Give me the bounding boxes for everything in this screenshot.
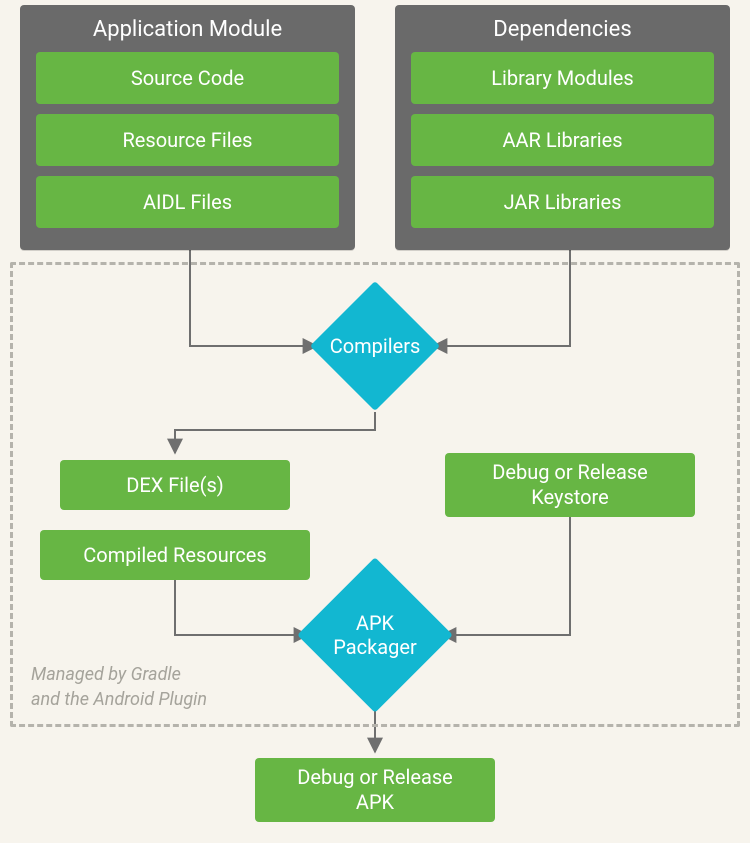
library-modules-box: Library Modules — [411, 52, 714, 104]
apk-output-box: Debug or Release APK — [255, 758, 495, 822]
compiled-resources-box: Compiled Resources — [40, 530, 310, 580]
compilers-node: Compilers — [310, 281, 440, 411]
compilers-label: Compilers — [329, 300, 421, 392]
resource-files-box: Resource Files — [36, 114, 339, 166]
application-module-title: Application Module — [36, 17, 339, 42]
build-process-diagram: Application Module Source Code Resource … — [0, 0, 750, 843]
aar-libraries-box: AAR Libraries — [411, 114, 714, 166]
aidl-files-box: AIDL Files — [36, 176, 339, 228]
keystore-label: Debug or Release Keystore — [492, 460, 648, 510]
keystore-box: Debug or Release Keystore — [445, 453, 695, 517]
jar-libraries-box: JAR Libraries — [411, 176, 714, 228]
application-module-box: Application Module Source Code Resource … — [20, 5, 355, 250]
source-code-box: Source Code — [36, 52, 339, 104]
gradle-caption-line2: and the Android Plugin — [31, 689, 207, 710]
apk-packager-label: APK Packager — [320, 580, 430, 690]
apk-output-label: Debug or Release APK — [297, 765, 453, 815]
gradle-caption-line1: Managed by Gradle — [31, 664, 181, 685]
dex-files-box: DEX File(s) — [60, 460, 290, 510]
top-modules-row: Application Module Source Code Resource … — [20, 5, 730, 250]
dependencies-title: Dependencies — [411, 17, 714, 42]
gradle-caption: Managed by Gradle and the Android Plugin — [31, 663, 207, 712]
apk-packager-node: APK Packager — [297, 557, 453, 713]
dependencies-box: Dependencies Library Modules AAR Librari… — [395, 5, 730, 250]
